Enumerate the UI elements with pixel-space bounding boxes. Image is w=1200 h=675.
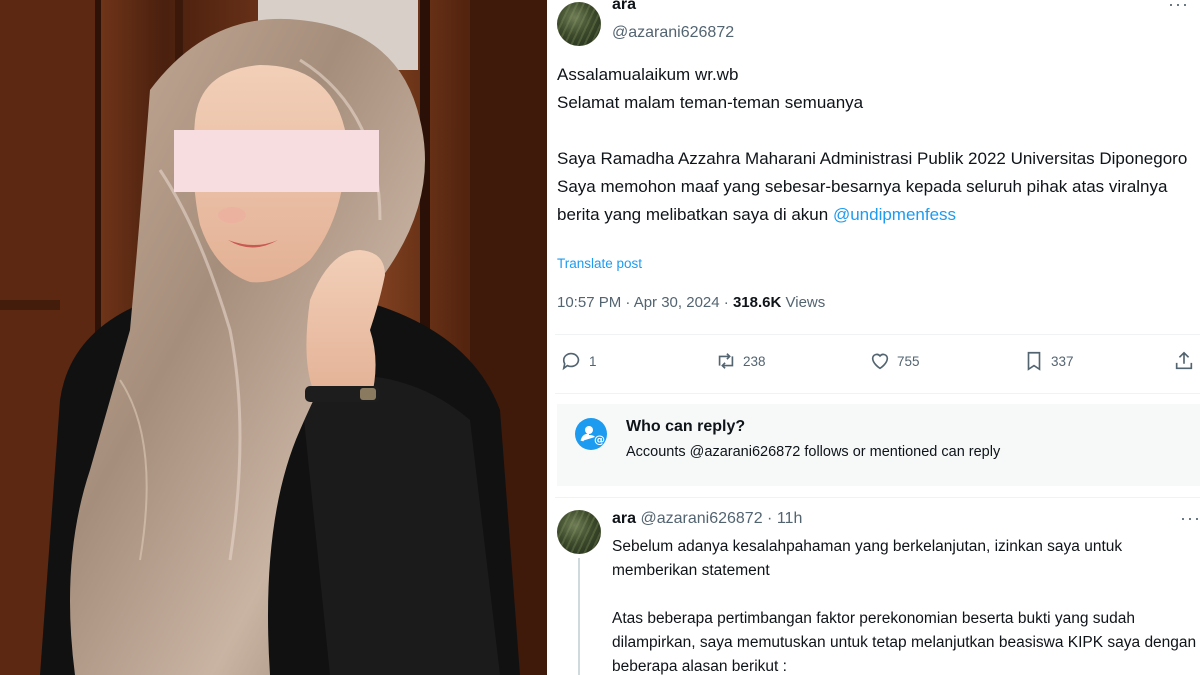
translate-post-link[interactable]: Translate post — [557, 256, 642, 271]
panel-divider — [547, 0, 555, 675]
author-avatar[interactable] — [557, 2, 601, 46]
more-options-icon[interactable]: ··· — [1168, 0, 1189, 15]
reply-author-name[interactable]: ara — [612, 510, 636, 527]
person-photo — [0, 0, 547, 675]
divider — [555, 497, 1200, 498]
retweet-icon — [718, 353, 734, 369]
retweet-count: 238 — [743, 353, 766, 369]
tweet-timestamp[interactable]: 10:57 PM · Apr 30, 2024 — [557, 294, 720, 311]
author-handle[interactable]: @azarani626872 — [612, 24, 734, 42]
reply-count: 1 — [589, 353, 597, 369]
reply-dot: · — [767, 510, 773, 527]
author-name[interactable]: ara — [612, 0, 636, 14]
heart-icon — [871, 353, 889, 370]
reply-author-handle[interactable]: @azarani626872 — [640, 510, 762, 527]
divider — [555, 393, 1200, 394]
like-button[interactable]: 755 — [869, 350, 920, 372]
share-icon — [1175, 351, 1193, 370]
thread-line — [578, 558, 580, 675]
like-count: 755 — [897, 353, 920, 369]
bookmark-count: 337 — [1051, 353, 1074, 369]
bookmark-icon — [1027, 351, 1041, 371]
mention-link[interactable]: @undipmenfess — [833, 205, 956, 224]
divider — [555, 334, 1200, 335]
mention-users-icon: @ — [575, 418, 607, 450]
reply-timestamp[interactable]: 11h — [777, 510, 803, 527]
retweet-button[interactable]: 238 — [715, 350, 766, 372]
tweet-line-2: Selamat malam teman-teman semuanya — [557, 93, 864, 112]
reply-button[interactable]: 1 — [561, 350, 597, 372]
reply-header: ara @azarani626872 · 11h — [612, 510, 802, 528]
reply-author-avatar[interactable] — [557, 510, 601, 554]
views-count: 318.6K — [732, 294, 782, 311]
tweet-line-1: Assalamualaikum wr.wb — [557, 65, 739, 84]
who-can-reply-title: Who can reply? — [626, 418, 746, 435]
share-button[interactable] — [1173, 350, 1195, 372]
censor-bar — [174, 130, 379, 192]
meta-separator: · — [719, 294, 733, 311]
tweet-meta: 10:57 PM · Apr 30, 2024 · 318.6K Views — [557, 294, 825, 311]
tweet-line-3: Saya Ramadha Azzahra Maharani Administra… — [557, 149, 1188, 168]
photo-panel — [0, 0, 547, 675]
who-can-reply-description: Accounts @azarani626872 follows or menti… — [626, 444, 1001, 460]
reply-icon — [562, 352, 580, 371]
reply-text: Sebelum adanya kesalahpahaman yang berke… — [612, 538, 1197, 675]
who-can-reply-box: @ Who can reply? Accounts @azarani626872… — [557, 404, 1200, 486]
views-label: Views — [785, 294, 826, 311]
reply-more-options-icon[interactable]: ··· — [1180, 508, 1200, 529]
svg-text:@: @ — [594, 433, 605, 446]
bookmark-button[interactable]: 337 — [1023, 350, 1074, 372]
tweet-panel: ara @azarani626872 ··· Assalamualaikum w… — [555, 0, 1200, 675]
tweet-text: Assalamualaikum wr.wb Selamat malam tema… — [557, 61, 1197, 229]
